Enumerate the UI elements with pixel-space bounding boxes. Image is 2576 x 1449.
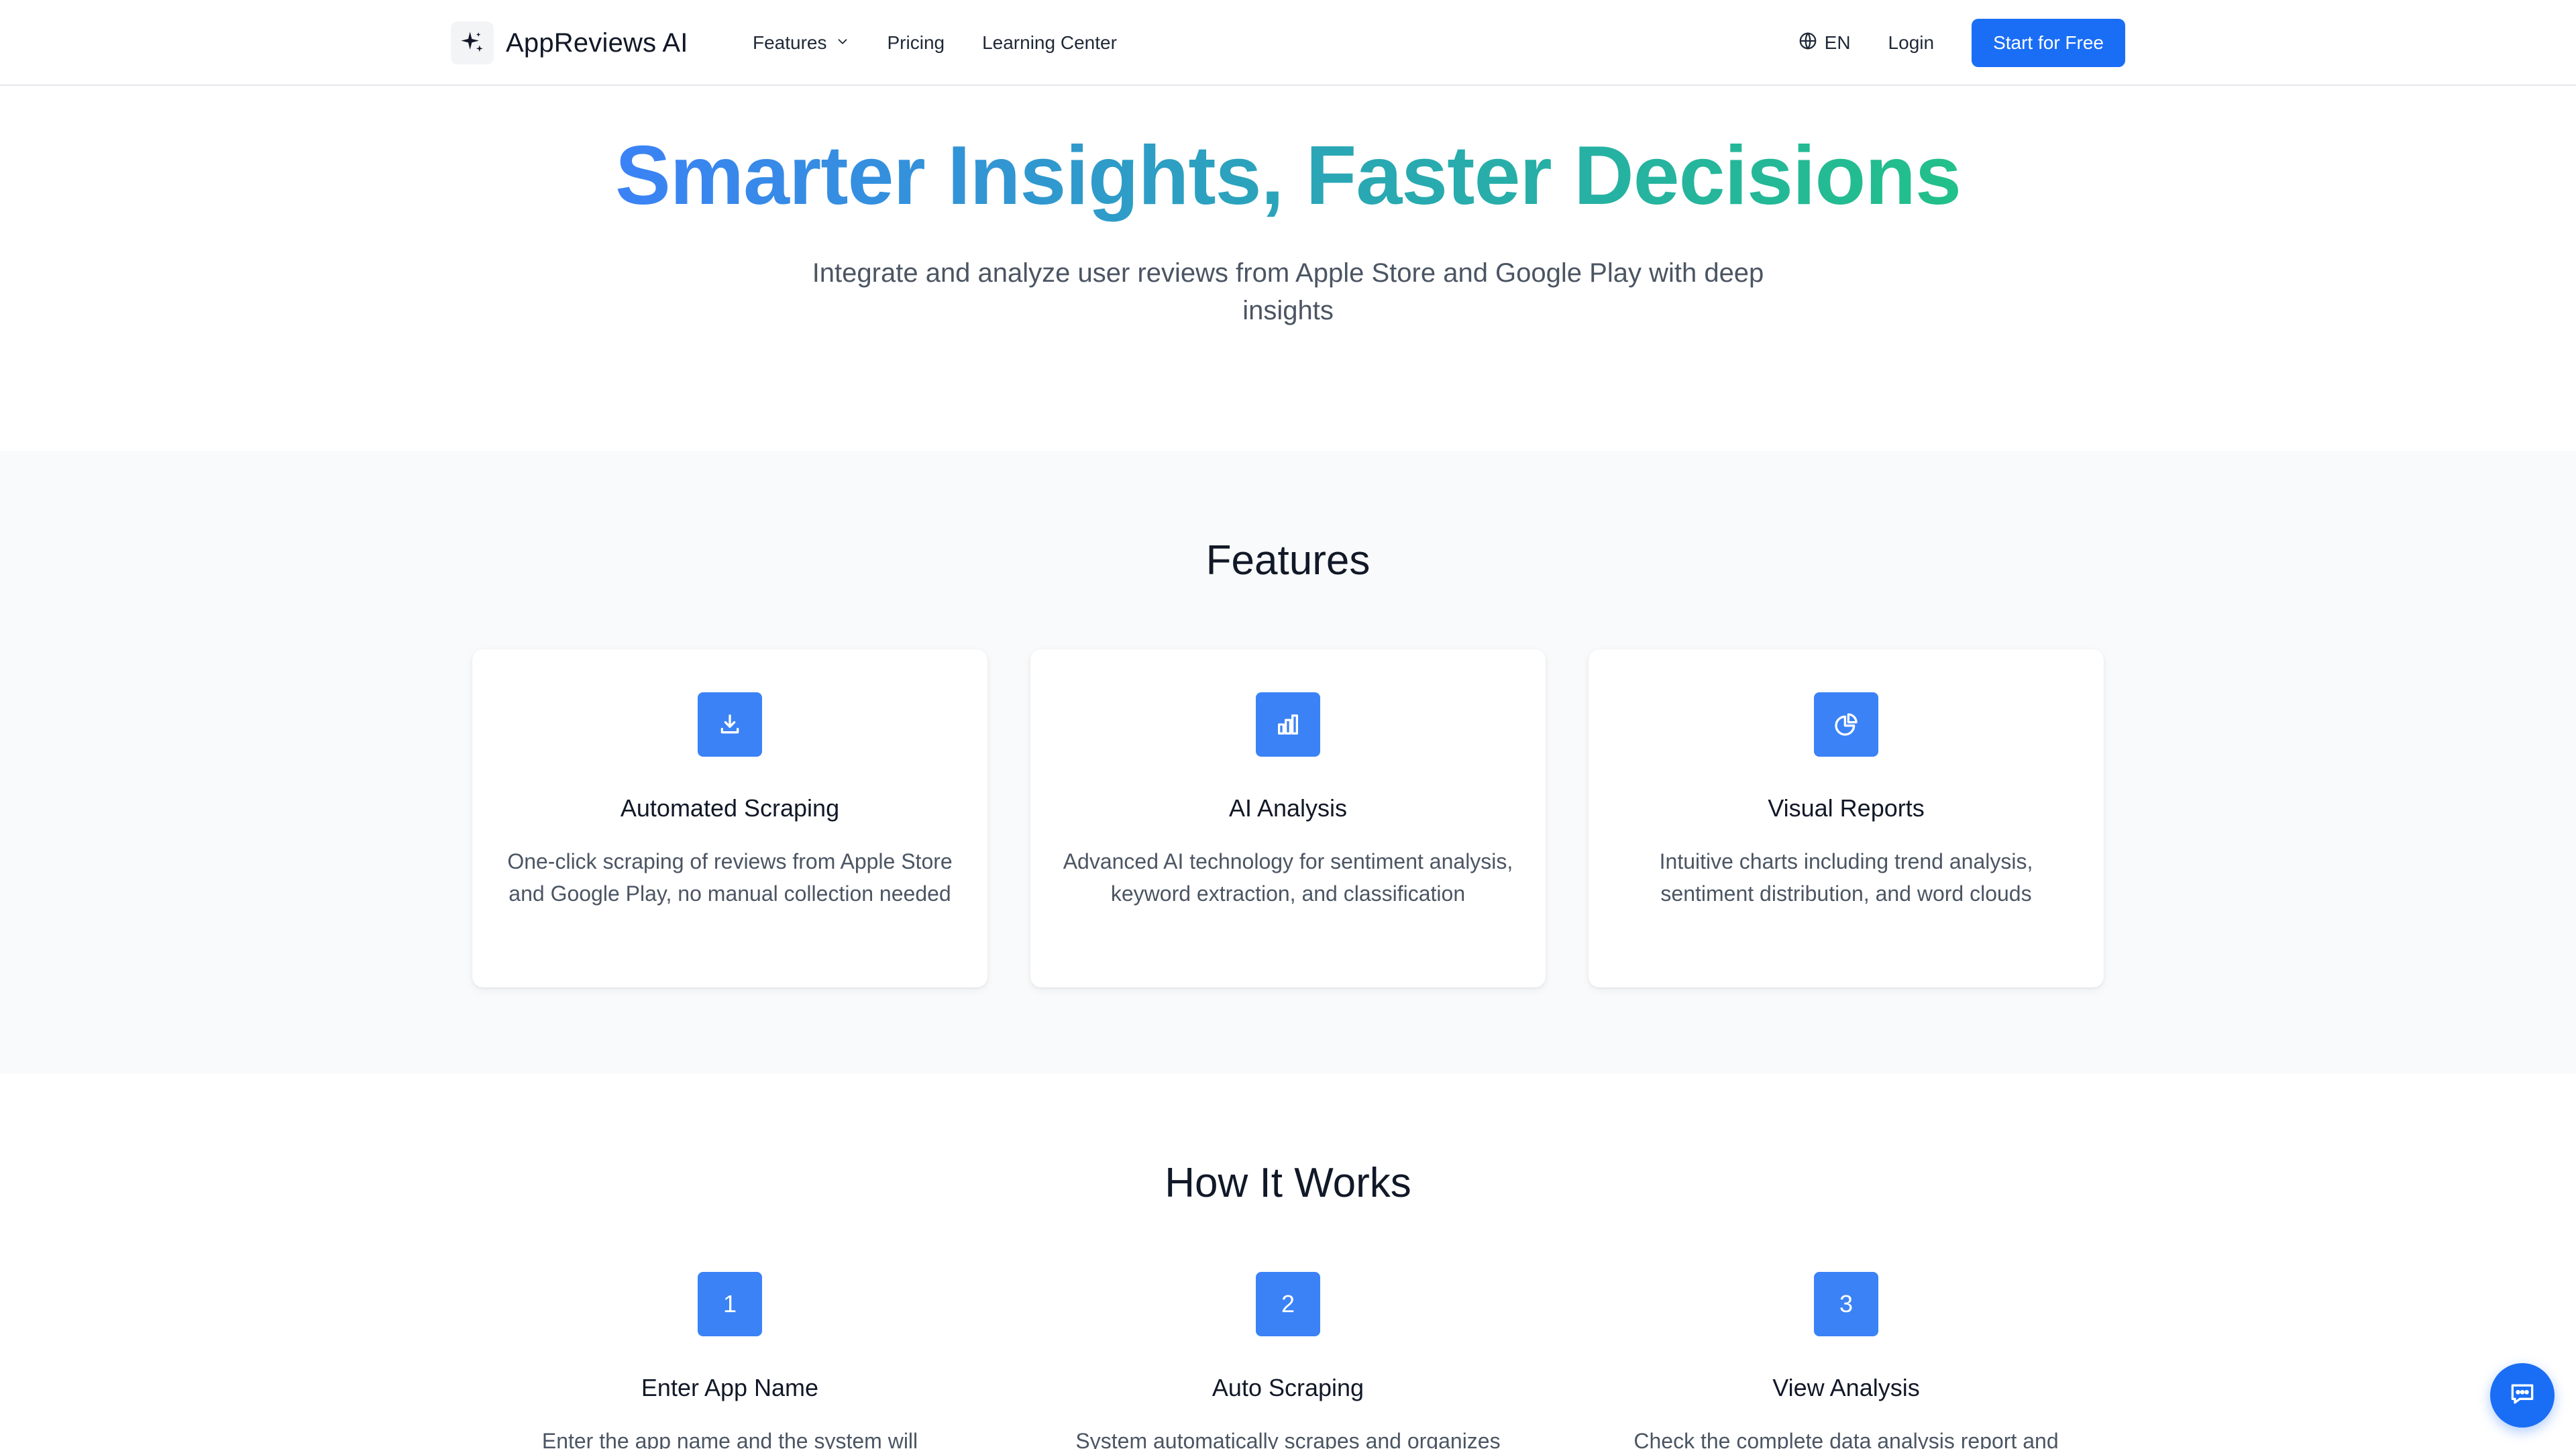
step-auto-scraping: 2 Auto Scraping System automatically scr… [1030, 1272, 1546, 1449]
language-label: EN [1824, 32, 1851, 53]
feature-card-title: Automated Scraping [620, 794, 840, 822]
how-it-works-section: How It Works 1 Enter App Name Enter the … [0, 1073, 2576, 1449]
feature-card-description: One-click scraping of reviews from Apple… [507, 849, 953, 906]
hero-subtitle: Integrate and analyze user reviews from … [812, 258, 1764, 325]
steps-list: 1 Enter App Name Enter the app name and … [472, 1272, 2104, 1449]
chat-icon [2508, 1379, 2537, 1412]
logo-link[interactable]: AppReviews AI [451, 21, 688, 64]
feature-card-description: Intuitive charts including trend analysi… [1659, 849, 2033, 906]
step-description: System automatically scrapes and organiz… [1075, 1429, 1501, 1449]
feature-card-title: AI Analysis [1228, 794, 1348, 822]
bar-chart-icon [1256, 692, 1320, 757]
step-title: View Analysis [1772, 1374, 1920, 1401]
pie-chart-icon [1814, 692, 1878, 757]
features-section: Features Automated Scraping One-click sc… [0, 451, 2576, 1073]
step-enter-app-name: 1 Enter App Name Enter the app name and … [472, 1272, 987, 1449]
nav-features-dropdown[interactable]: Features [753, 32, 850, 54]
step-title: Enter App Name [641, 1374, 819, 1401]
feature-card-automated-scraping: Automated Scraping One-click scraping of… [472, 649, 987, 987]
step-title: Auto Scraping [1212, 1374, 1364, 1401]
step-description: Enter the app name and the system will [541, 1429, 918, 1449]
nav-pricing-link[interactable]: Pricing [888, 32, 945, 54]
step-number-badge: 1 [698, 1272, 762, 1336]
main-nav: Features Pricing Learning Center [753, 27, 1117, 59]
step-number-badge: 3 [1814, 1272, 1878, 1336]
logo-text: AppReviews AI [506, 28, 688, 58]
hero-title: Smarter Insights, Faster Decisions [615, 126, 1962, 226]
language-switcher[interactable]: EN [1798, 31, 1851, 56]
step-number-badge: 2 [1256, 1272, 1320, 1336]
sparkle-logo-icon [451, 21, 494, 64]
start-for-free-button[interactable]: Start for Free [1972, 19, 2125, 67]
hero-section: Smarter Insights, Faster Decisions Integ… [0, 87, 2576, 449]
login-link[interactable]: Login [1888, 32, 1935, 54]
feature-cards: Automated Scraping One-click scraping of… [472, 649, 2104, 987]
top-navbar: AppReviews AI Features Pricing Learning … [0, 0, 2576, 86]
header-actions: EN Login Start for Free [1798, 17, 2125, 68]
feature-card-visual-reports: Visual Reports Intuitive charts includin… [1589, 649, 2104, 987]
page: AppReviews AI Features Pricing Learning … [0, 0, 2576, 1449]
globe-icon [1798, 31, 1818, 56]
chat-widget-button[interactable] [2490, 1363, 2555, 1428]
chevron-down-icon [835, 32, 850, 54]
step-view-analysis: 3 View Analysis Check the complete data … [1589, 1272, 2104, 1449]
how-it-works-title: How It Works [1165, 1160, 1411, 1206]
nav-learning-center-link[interactable]: Learning Center [982, 32, 1117, 54]
nav-features-label: Features [753, 32, 827, 53]
download-icon [698, 692, 762, 757]
feature-card-title: Visual Reports [1768, 794, 1925, 822]
feature-card-ai-analysis: AI Analysis Advanced AI technology for s… [1030, 649, 1546, 987]
feature-card-description: Advanced AI technology for sentiment ana… [1063, 849, 1513, 906]
features-title: Features [1205, 537, 1371, 584]
step-description: Check the complete data analysis report … [1633, 1429, 2059, 1449]
